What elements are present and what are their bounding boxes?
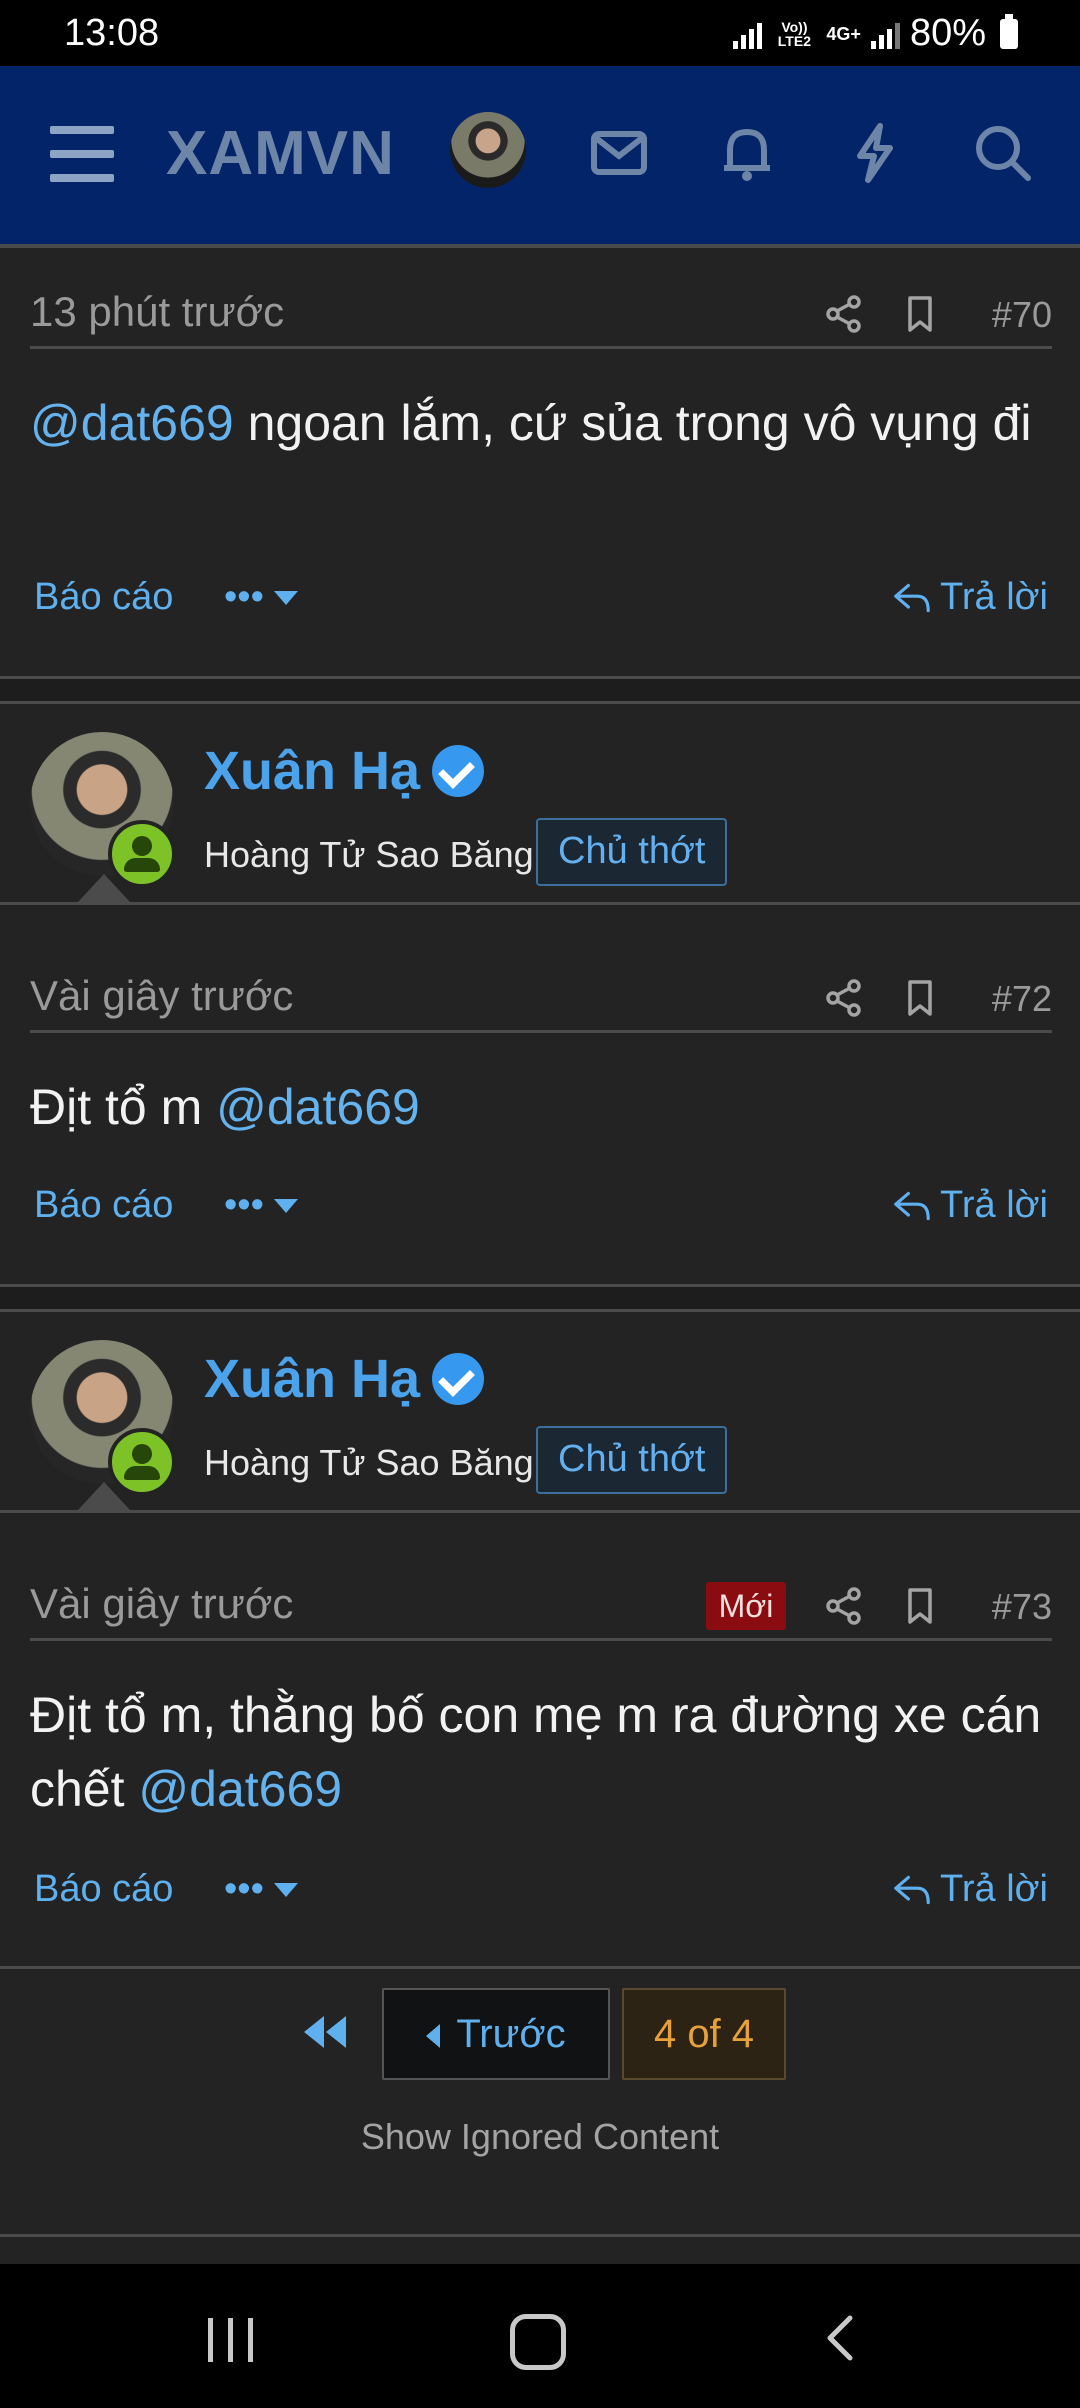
report-link[interactable]: Báo cáo	[34, 576, 173, 619]
search-icon[interactable]	[968, 118, 1038, 188]
post-body: Địt tổ m @dat669	[30, 1070, 1060, 1144]
app-bar: XAMVN	[0, 66, 1080, 244]
net-type-label: 4G+	[826, 23, 861, 44]
battery-percent: 80%	[909, 12, 986, 54]
menu-icon[interactable]	[50, 126, 114, 182]
footer-divider	[0, 2234, 1080, 2237]
thread-starter-badge: Chủ thớt	[536, 818, 728, 886]
post-text: Địt tổ m	[30, 1079, 217, 1135]
bell-icon[interactable]	[712, 118, 782, 188]
bookmark-icon[interactable]	[900, 976, 940, 1020]
volte-label: Vo)) LTE2	[777, 18, 811, 49]
post-actions: Báo cáo ••• Trả lời	[34, 576, 1048, 636]
share-icon[interactable]	[822, 976, 866, 1020]
post-time[interactable]: 13 phút trước	[30, 288, 284, 336]
back-icon[interactable]	[822, 2314, 858, 2362]
verified-icon	[432, 1353, 485, 1405]
pointer-arrow	[78, 1482, 130, 1510]
post-author: Xuân Hạ Hoàng Tử Sao Băng Chủ thớt	[0, 702, 1080, 905]
post-divider	[0, 1284, 1080, 1312]
post-time[interactable]: Vài giây trước	[30, 1580, 293, 1628]
post-number[interactable]: #73	[992, 1586, 1052, 1628]
username-text: Xuân Hạ	[204, 741, 421, 801]
share-icon[interactable]	[822, 1584, 866, 1628]
reply-button[interactable]: Trả lời	[892, 1184, 1048, 1227]
user-title: Hoàng Tử Sao Băng	[204, 834, 534, 875]
user-mention[interactable]: @dat669	[30, 395, 234, 451]
bookmark-icon[interactable]	[900, 1584, 940, 1628]
post-number[interactable]: #72	[992, 978, 1052, 1020]
user-title: Hoàng Tử Sao Băng	[204, 1442, 534, 1483]
verified-icon	[432, 745, 485, 797]
more-menu[interactable]: •••	[224, 1868, 298, 1911]
author-divider	[0, 902, 1080, 905]
author-divider	[0, 1510, 1080, 1513]
post-author: Xuân Hạ Hoàng Tử Sao Băng Chủ thớt	[0, 1310, 1080, 1513]
chevron-left-icon	[426, 2024, 441, 2049]
reply-label: Trả lời	[940, 576, 1048, 618]
user-mention[interactable]: @dat669	[216, 1079, 420, 1135]
username-text: Xuân Hạ	[204, 1349, 421, 1409]
signal-icon-2	[870, 19, 900, 49]
prev-page-button[interactable]: Trước	[382, 1988, 610, 2080]
pointer-arrow	[78, 874, 130, 902]
report-link[interactable]: Báo cáo	[34, 1184, 173, 1227]
post-number[interactable]: #70	[992, 294, 1052, 336]
first-page-icon[interactable]	[300, 2012, 350, 2052]
page-indicator[interactable]: 4 of 4	[622, 1988, 786, 2080]
post-body: @dat669 ngoan lắm, cứ sủa trong vô vụng …	[30, 386, 1060, 460]
mail-icon[interactable]	[584, 118, 654, 188]
post-header: Vài giây trước Mới #73	[30, 1574, 1052, 1641]
reply-icon	[894, 1875, 930, 1904]
more-dots-icon: •••	[224, 1868, 264, 1910]
reply-button[interactable]: Trả lời	[892, 1868, 1048, 1911]
share-icon[interactable]	[822, 292, 866, 336]
reply-label: Trả lời	[940, 1868, 1048, 1910]
system-nav-bar	[0, 2264, 1080, 2408]
status-icons: Vo)) LTE2 4G+ 80%	[733, 12, 1018, 55]
battery-icon	[1000, 13, 1018, 49]
post-header: Vài giây trước #72	[30, 966, 1052, 1033]
username[interactable]: Xuân Hạ	[204, 1348, 485, 1410]
reply-button[interactable]: Trả lời	[892, 576, 1048, 619]
signal-icon	[733, 19, 763, 49]
reply-label: Trả lời	[940, 1184, 1048, 1226]
more-dots-icon: •••	[224, 1184, 264, 1226]
bookmark-icon[interactable]	[900, 292, 940, 336]
bolt-icon[interactable]	[840, 118, 910, 188]
post-divider	[0, 1966, 1080, 1969]
reply-icon	[894, 1191, 930, 1220]
post-divider	[0, 676, 1080, 704]
username[interactable]: Xuân Hạ	[204, 740, 485, 802]
chevron-down-icon	[273, 1882, 298, 1897]
prev-label: Trước	[456, 2012, 566, 2056]
status-bar: 13:08 Vo)) LTE2 4G+ 80%	[0, 0, 1080, 66]
home-icon[interactable]	[510, 2314, 566, 2370]
site-logo[interactable]: XAMVN	[166, 118, 395, 189]
post-time[interactable]: Vài giây trước	[30, 972, 293, 1020]
post-actions: Báo cáo ••• Trả lời	[34, 1868, 1048, 1928]
more-dots-icon: •••	[224, 576, 264, 618]
more-menu[interactable]: •••	[224, 576, 298, 619]
more-menu[interactable]: •••	[224, 1184, 298, 1227]
chevron-down-icon	[273, 1198, 298, 1213]
user-mention[interactable]: @dat669	[138, 1761, 342, 1817]
recent-apps-icon[interactable]	[208, 2318, 256, 2362]
chevron-down-icon	[273, 590, 298, 605]
show-ignored-content-link[interactable]: Show Ignored Content	[0, 2116, 1080, 2158]
new-badge: Mới	[706, 1582, 786, 1630]
post-body: Địt tổ m, thằng bố con mẹ m ra đường xe …	[30, 1678, 1060, 1826]
status-time: 13:08	[64, 12, 160, 54]
reply-icon	[894, 583, 930, 612]
post-actions: Báo cáo ••• Trả lời	[34, 1184, 1048, 1244]
report-link[interactable]: Báo cáo	[34, 1868, 173, 1911]
account-avatar[interactable]	[450, 112, 526, 188]
post-header: 13 phút trước #70	[30, 282, 1052, 349]
pagination: Trước 4 of 4	[0, 1986, 1080, 2082]
post-text: ngoan lắm, cứ sủa trong vô vụng đi	[233, 395, 1032, 451]
thread-starter-badge: Chủ thớt	[536, 1426, 728, 1494]
appbar-divider	[0, 244, 1080, 248]
